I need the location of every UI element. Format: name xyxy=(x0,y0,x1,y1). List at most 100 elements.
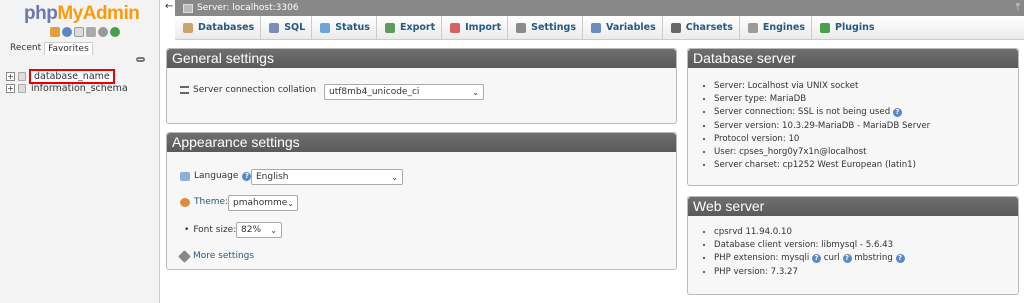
database-name-label[interactable]: information_schema xyxy=(29,83,128,94)
tree-item-database-name[interactable]: + database_name xyxy=(6,69,115,84)
menu-label: Export xyxy=(399,22,436,33)
menu-label: Status xyxy=(335,22,370,33)
chevron-down-icon: ⌄ xyxy=(287,198,294,208)
more-settings-row: More settings xyxy=(178,249,254,263)
language-select-value: English xyxy=(256,172,289,182)
home-icon[interactable] xyxy=(50,27,60,37)
tree-item-information-schema[interactable]: + information_schema xyxy=(6,83,128,94)
database-server-panel: Database server Server: Localhost via UN… xyxy=(687,48,1019,186)
plugins-icon xyxy=(820,22,831,33)
export-icon xyxy=(384,22,395,33)
tab-status[interactable]: Status xyxy=(312,16,377,39)
favorites-tab[interactable]: Favorites xyxy=(44,42,93,55)
theme-link[interactable]: Theme: xyxy=(194,197,228,207)
sql-docs-icon[interactable] xyxy=(86,27,96,37)
collapse-icon[interactable]: ⤒ xyxy=(1016,2,1020,13)
web-server-panel: Web server cpsrvd 11.94.0.10 Database cl… xyxy=(687,196,1019,295)
breadcrumb-bar: Server: localhost:3306 ⤒ xyxy=(175,0,1024,16)
menu-label: Import xyxy=(465,22,502,33)
help-icon[interactable]: ? xyxy=(892,108,902,118)
logo-myadmin: MyAdmin xyxy=(57,3,140,24)
status-icon xyxy=(320,22,331,33)
reload-icon[interactable] xyxy=(110,27,120,37)
db-server-info-list: Server: Localhost via UNIX socket Server… xyxy=(706,80,930,172)
list-item: Server connection: SSL is not being used… xyxy=(714,106,930,119)
language-row: Language ? xyxy=(180,171,252,181)
link-with-main-panel-icon[interactable] xyxy=(136,57,145,62)
php-extension-curl: curl xyxy=(823,253,840,264)
settings-icon xyxy=(516,22,527,33)
php-extension-mbstring: mbstring xyxy=(854,253,893,264)
logout-icon[interactable] xyxy=(62,27,72,37)
menu-label: Variables xyxy=(605,22,656,33)
menu-label: SQL xyxy=(284,22,306,33)
list-item: User: cpses_horg0y7x1n@localhost xyxy=(714,146,930,159)
settings-gear-icon[interactable] xyxy=(98,27,108,37)
expand-icon[interactable]: + xyxy=(6,72,15,81)
menu-label: Databases xyxy=(198,22,255,33)
collation-select[interactable]: utf8mb4_unicode_ci ⌄ xyxy=(324,84,484,100)
ssl-status-text: Server connection: SSL is not being used xyxy=(714,107,891,118)
help-icon[interactable]: ? xyxy=(842,254,852,264)
tab-export[interactable]: Export xyxy=(377,16,443,39)
recent-tab[interactable]: Recent xyxy=(7,42,44,55)
charsets-icon xyxy=(670,22,681,33)
quick-links xyxy=(50,27,120,37)
list-item: Server type: MariaDB xyxy=(714,93,930,106)
list-item: PHP extension: mysqli ? curl ? mbstring … xyxy=(714,252,905,265)
variables-icon xyxy=(590,22,601,33)
menu-label: Engines xyxy=(762,22,806,33)
server-menu: Databases SQL Status Export Import Setti… xyxy=(175,16,1024,40)
back-arrow-icon[interactable]: ← xyxy=(165,1,175,15)
list-item: cpsrvd 11.94.0.10 xyxy=(714,226,905,239)
menu-label: Settings xyxy=(531,22,576,33)
panel-title: General settings xyxy=(167,49,676,68)
phpmyadmin-logo[interactable]: phpMyAdmin xyxy=(24,3,140,25)
list-item: Server: Localhost via UNIX socket xyxy=(714,80,930,93)
server-icon xyxy=(183,3,193,13)
wrench-icon xyxy=(178,249,191,263)
web-server-info-list: cpsrvd 11.94.0.10 Database client versio… xyxy=(706,226,905,279)
chevron-down-icon: ⌄ xyxy=(391,172,398,182)
appearance-settings-panel: Appearance settings Language ? English ⌄… xyxy=(166,132,677,270)
docs-icon[interactable] xyxy=(74,27,84,37)
more-settings-link[interactable]: More settings xyxy=(193,251,254,261)
help-icon[interactable]: ? xyxy=(895,254,905,264)
theme-select[interactable]: pmahomme ⌄ xyxy=(228,195,298,211)
language-label: Language xyxy=(194,171,239,181)
fontsize-select[interactable]: 82% ⌄ xyxy=(236,222,282,238)
tab-sql[interactable]: SQL xyxy=(261,16,313,39)
tab-engines[interactable]: Engines xyxy=(740,16,813,39)
tab-databases[interactable]: Databases xyxy=(175,16,262,39)
php-extension-text: PHP extension: mysqli xyxy=(714,253,810,264)
import-icon xyxy=(450,22,461,33)
menu-label: Plugins xyxy=(835,22,875,33)
sql-icon xyxy=(269,22,280,33)
panel-title: Database server xyxy=(688,49,1018,68)
navigation-panel: phpMyAdmin Recent Favorites + database_n… xyxy=(0,0,160,303)
theme-row: Theme: xyxy=(180,197,228,207)
fontsize-label: Font size: xyxy=(193,225,237,235)
breadcrumb-server[interactable]: Server: localhost:3306 xyxy=(197,3,299,13)
expand-icon[interactable]: + xyxy=(6,84,15,93)
tab-plugins[interactable]: Plugins xyxy=(812,16,880,39)
database-name-label[interactable]: database_name xyxy=(29,69,115,84)
database-icon xyxy=(18,72,26,81)
language-select[interactable]: English ⌄ xyxy=(251,169,403,185)
theme-select-value: pmahomme xyxy=(233,198,288,208)
fontsize-row: • Font size: xyxy=(184,225,236,235)
collation-icon xyxy=(180,86,189,94)
tab-settings[interactable]: Settings xyxy=(508,16,583,39)
bullet: • xyxy=(184,225,190,235)
list-item: PHP version: 7.3.27 xyxy=(714,266,905,279)
list-item: Server version: 10.3.29-MariaDB - MariaD… xyxy=(714,120,930,133)
collation-select-value: utf8mb4_unicode_ci xyxy=(329,87,420,97)
list-item: Server charset: cp1252 West European (la… xyxy=(714,159,930,172)
chevron-down-icon: ⌄ xyxy=(472,87,479,97)
tab-variables[interactable]: Variables xyxy=(583,16,663,39)
help-icon[interactable]: ? xyxy=(811,254,821,264)
tab-import[interactable]: Import xyxy=(442,16,509,39)
fontsize-select-value: 82% xyxy=(241,225,262,235)
list-item: Protocol version: 10 xyxy=(714,133,930,146)
tab-charsets[interactable]: Charsets xyxy=(663,16,740,39)
